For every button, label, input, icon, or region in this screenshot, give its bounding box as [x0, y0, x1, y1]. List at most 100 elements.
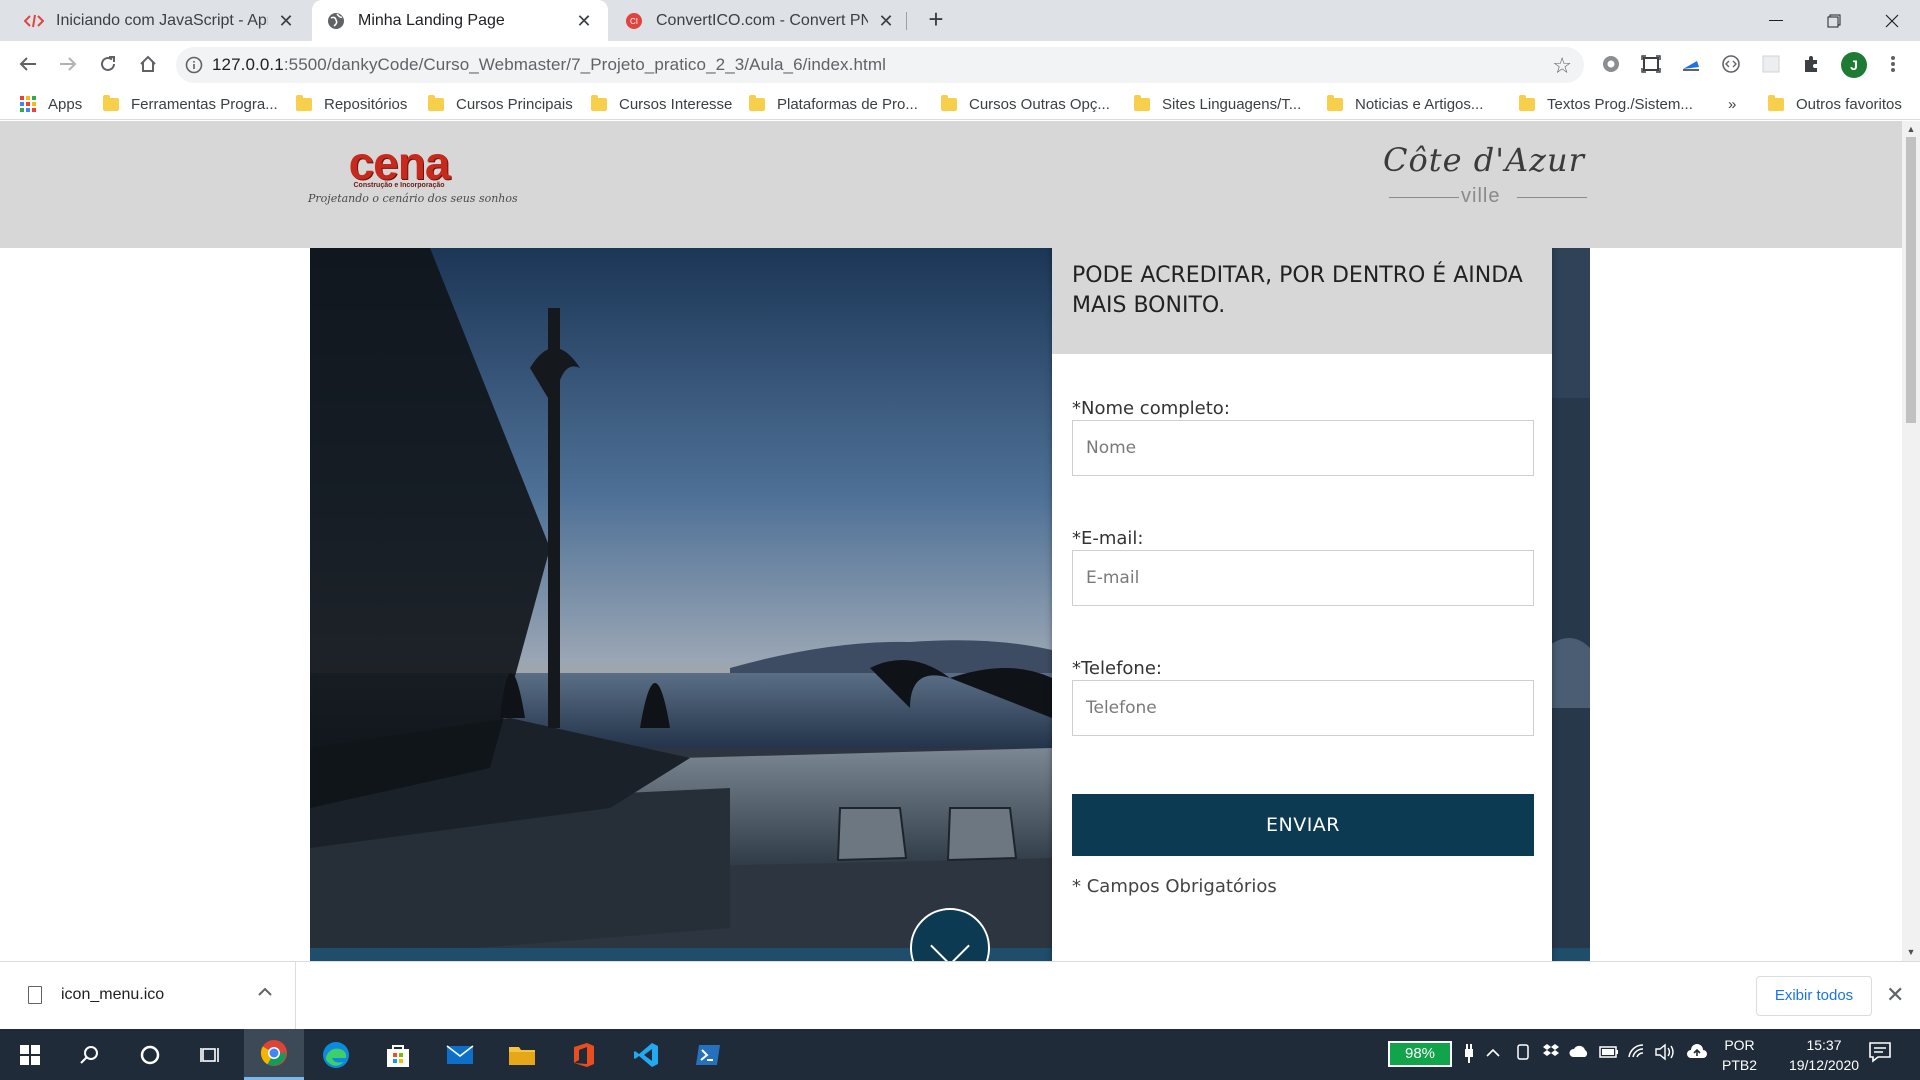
- cote-dazur-script: Côte d'Azur: [1383, 141, 1585, 179]
- close-download-bar-icon[interactable]: ✕: [1886, 982, 1904, 1008]
- cote-dazur-logo[interactable]: Côte d'Azur ville: [1383, 141, 1593, 213]
- download-bar: icon_menu.ico Exibir todos ✕: [0, 961, 1920, 1030]
- windows-taskbar: 98% POR PTB2 15:37 19/12/2020: [0, 1029, 1920, 1080]
- bookmark-folder-sites-linguagens[interactable]: Sites Linguagens/T...: [1134, 93, 1301, 115]
- scroll-down-arrow-icon[interactable]: ▼: [1906, 947, 1916, 957]
- chrome-taskbar-icon[interactable]: [244, 1029, 304, 1080]
- minimize-button[interactable]: [1746, 0, 1806, 41]
- back-arrow-icon[interactable]: [12, 48, 44, 80]
- close-tab-icon[interactable]: ✕: [276, 11, 296, 31]
- code-extension-icon[interactable]: [1718, 51, 1744, 77]
- windows-start-icon[interactable]: [0, 1029, 60, 1080]
- file-explorer-taskbar-icon[interactable]: [492, 1029, 552, 1080]
- menu-kebab-icon[interactable]: [1880, 51, 1906, 77]
- site-info-icon[interactable]: [176, 47, 212, 83]
- hero-section: PODE ACREDITAR, POR DENTRO É AINDA MAIS …: [310, 248, 1590, 961]
- profile-avatar[interactable]: J: [1841, 52, 1867, 78]
- battery-indicator[interactable]: 98%: [1388, 1041, 1452, 1067]
- cloud-upload-icon[interactable]: [1686, 1043, 1708, 1065]
- notification-center-icon[interactable]: [1868, 1041, 1894, 1067]
- search-icon[interactable]: [60, 1029, 120, 1080]
- store-taskbar-icon[interactable]: [368, 1029, 428, 1080]
- vscode-taskbar-icon[interactable]: [616, 1029, 676, 1080]
- dropbox-icon[interactable]: [1540, 1043, 1562, 1065]
- phone-input[interactable]: [1072, 680, 1534, 736]
- folder-icon: [1519, 94, 1535, 111]
- device-tray-icon[interactable]: [1512, 1043, 1534, 1065]
- folder-icon: [941, 94, 957, 111]
- tab-landing-page[interactable]: Minha Landing Page ✕: [312, 0, 608, 41]
- new-tab-button[interactable]: +: [922, 6, 950, 34]
- name-label: *Nome completo:: [1072, 398, 1230, 419]
- bookmark-apps[interactable]: Apps: [20, 93, 82, 115]
- screenshot-icon[interactable]: [1638, 51, 1664, 77]
- chevron-up-tray-icon[interactable]: [1482, 1043, 1504, 1065]
- scrollbar-thumb[interactable]: [1906, 137, 1916, 423]
- logo-divider-right: [1517, 197, 1587, 198]
- wifi-icon[interactable]: [1626, 1043, 1648, 1065]
- bookmark-folder-plataformas[interactable]: Plataformas de Pro...: [749, 93, 918, 115]
- blank-extension-icon[interactable]: [1758, 51, 1784, 77]
- system-clock[interactable]: 15:37 19/12/2020: [1784, 1035, 1864, 1075]
- folder-icon: [428, 94, 444, 111]
- tab-javascript[interactable]: Iniciando com JavaScript - Apres ✕: [10, 0, 310, 41]
- office-taskbar-icon[interactable]: [554, 1029, 614, 1080]
- other-bookmarks-folder[interactable]: Outros favoritos: [1768, 93, 1902, 115]
- close-tab-icon[interactable]: ✕: [876, 11, 896, 31]
- bookmark-folder-repositorios[interactable]: Repositórios: [296, 93, 407, 115]
- submit-button[interactable]: ENVIAR: [1072, 794, 1534, 856]
- puzzle-icon[interactable]: [1798, 51, 1824, 77]
- address-bar[interactable]: 127.0.0.1:5500/dankyCode/Curso_Webmaster…: [176, 47, 1584, 83]
- restore-button[interactable]: [1804, 0, 1864, 41]
- onedrive-icon[interactable]: [1568, 1043, 1590, 1065]
- scroll-up-arrow-icon[interactable]: ▲: [1906, 124, 1916, 134]
- cote-dazur-ville: ville: [1461, 185, 1501, 207]
- extension-gear-icon[interactable]: [1598, 51, 1624, 77]
- bookmark-folder-textos[interactable]: Textos Prog./Sistem...: [1519, 93, 1693, 115]
- show-all-downloads-button[interactable]: Exibir todos: [1756, 976, 1872, 1016]
- home-icon[interactable]: [132, 48, 164, 80]
- name-input[interactable]: [1072, 420, 1534, 476]
- download-file-name: icon_menu.ico: [61, 986, 165, 1003]
- email-input[interactable]: [1072, 550, 1534, 606]
- language-indicator[interactable]: POR PTB2: [1722, 1035, 1757, 1075]
- tab-converticon[interactable]: CI ConvertICO.com - Convert PNG t ✕: [610, 0, 910, 41]
- keyboard-layout: PTB2: [1722, 1057, 1758, 1073]
- bookmark-folder-cursos-outras[interactable]: Cursos Outras Opç...: [941, 93, 1110, 115]
- bookmark-folder-cursos-principais[interactable]: Cursos Principais: [428, 93, 573, 115]
- cena-logo[interactable]: cena Construção e Incorporação Projetand…: [308, 140, 518, 213]
- url-path: :5500/dankyCode/Curso_Webmaster/7_Projet…: [283, 55, 886, 74]
- task-view-icon[interactable]: [180, 1029, 240, 1080]
- chevron-up-icon[interactable]: [258, 984, 272, 1002]
- folder-icon: [749, 94, 765, 111]
- powershell-taskbar-icon[interactable]: [678, 1029, 738, 1080]
- close-window-button[interactable]: [1862, 0, 1920, 41]
- close-tab-icon[interactable]: ✕: [574, 11, 594, 31]
- clock-time: 15:37: [1806, 1037, 1842, 1053]
- url-host: 127.0.0.1: [212, 55, 284, 74]
- cena-logo-slogan: Projetando o cenário dos seus sonhos: [308, 192, 518, 205]
- edge-taskbar-icon[interactable]: [306, 1029, 366, 1080]
- bookmark-label: Noticias e Artigos...: [1355, 95, 1484, 113]
- bookmark-label: Repositórios: [324, 95, 408, 113]
- battery-tray-icon[interactable]: [1598, 1043, 1620, 1065]
- forward-arrow-icon[interactable]: [52, 48, 84, 80]
- reload-icon[interactable]: [92, 48, 124, 80]
- mail-taskbar-icon[interactable]: [430, 1029, 490, 1080]
- bookmark-folder-cursos-interesse[interactable]: Cursos Interesse: [591, 93, 732, 115]
- bookmarks-overflow-button[interactable]: »: [1728, 93, 1736, 115]
- bookmark-folder-ferramentas[interactable]: Ferramentas Progra...: [103, 93, 278, 115]
- folder-icon: [591, 94, 607, 111]
- cast-extension-icon[interactable]: [1678, 51, 1704, 77]
- bookmark-label: Plataformas de Pro...: [777, 95, 918, 113]
- page-scrollbar[interactable]: ▲ ▼: [1902, 121, 1920, 961]
- volume-icon[interactable]: [1654, 1043, 1676, 1065]
- cortana-icon[interactable]: [120, 1029, 180, 1080]
- power-plug-icon[interactable]: [1458, 1043, 1480, 1065]
- file-icon: [28, 986, 42, 1004]
- bookmark-label: Sites Linguagens/T...: [1162, 95, 1302, 113]
- bookmark-star-icon[interactable]: ☆: [1552, 53, 1572, 79]
- download-item[interactable]: icon_menu.ico: [0, 962, 296, 1030]
- bookmark-folder-noticias[interactable]: Noticias e Artigos...: [1327, 93, 1483, 115]
- bookmark-label: Apps: [48, 95, 83, 113]
